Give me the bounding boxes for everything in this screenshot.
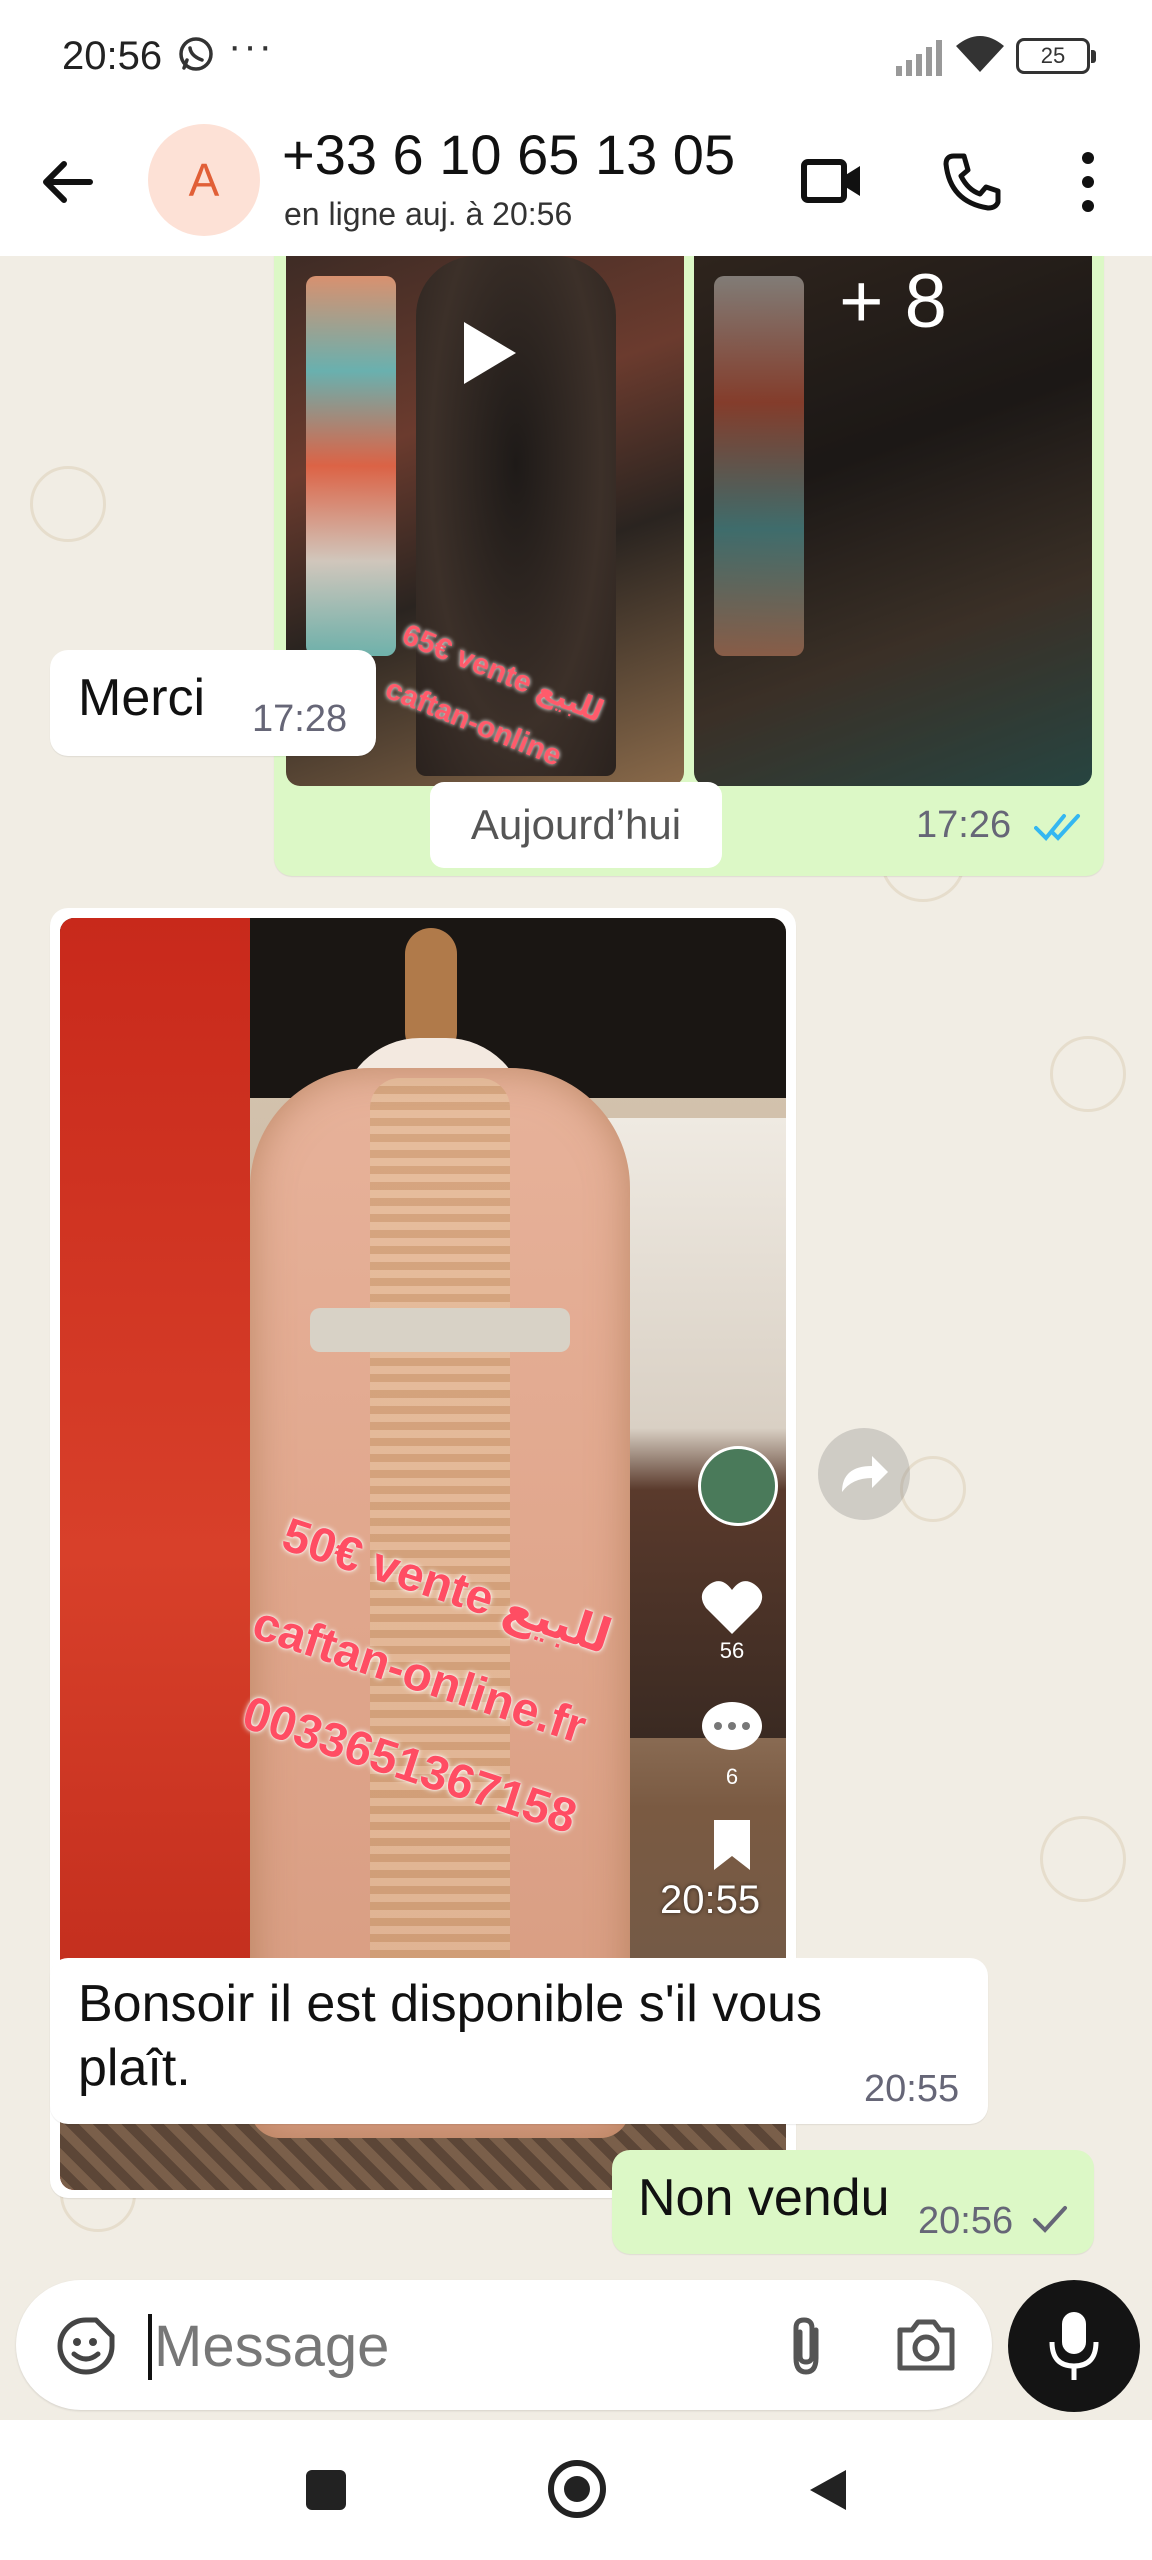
- wallpaper-doodle: [1040, 1816, 1126, 1902]
- more-vert-icon[interactable]: [1068, 146, 1108, 218]
- text-caret: [148, 2314, 152, 2380]
- date-separator: Aujourd’hui: [430, 782, 722, 868]
- read-ticks-icon: [1034, 814, 1080, 841]
- home-button[interactable]: [548, 2460, 606, 2518]
- phone-icon[interactable]: [940, 150, 1002, 212]
- album-time: 17:26: [916, 804, 1012, 846]
- wifi-icon: [956, 36, 1004, 72]
- emoji-icon[interactable]: [54, 2314, 118, 2378]
- message-text: Merci: [78, 669, 206, 727]
- wallpaper-doodle: [1050, 1036, 1126, 1112]
- incoming-message[interactable]: Bonsoir il est disponible s'il vous plaî…: [50, 1958, 988, 2124]
- message-text: Non vendu: [638, 2169, 890, 2227]
- contact-avatar[interactable]: A: [148, 124, 260, 236]
- bookmark-icon: [714, 1820, 750, 1870]
- battery-icon: 25: [1016, 38, 1096, 74]
- signal-icon: [896, 40, 942, 76]
- attach-icon[interactable]: [780, 2314, 832, 2378]
- message-input-field[interactable]: [16, 2280, 992, 2410]
- status-bar: 20:56 ··· 25: [0, 0, 1152, 110]
- wallpaper-doodle: [30, 466, 106, 542]
- album-photo-more[interactable]: + 8: [694, 256, 1092, 786]
- video-profile-avatar: [698, 1446, 778, 1526]
- forward-button[interactable]: [818, 1428, 910, 1520]
- nav-back-icon[interactable]: [806, 2466, 850, 2514]
- heart-icon: [701, 1581, 763, 1634]
- message-time: 20:55: [864, 2068, 960, 2110]
- system-nav-bar: [0, 2420, 1152, 2560]
- video-like-count: 56: [719, 1638, 745, 1663]
- message-time: 20:56: [918, 2200, 1014, 2242]
- contact-name[interactable]: +33 6 10 65 13 05: [282, 122, 735, 187]
- camera-icon[interactable]: [894, 2316, 958, 2374]
- back-arrow-icon[interactable]: [36, 150, 100, 214]
- battery-level: 25: [1040, 43, 1066, 68]
- message-input[interactable]: [154, 2306, 754, 2386]
- video-time: 20:55: [660, 1878, 761, 1922]
- video-comment-count: 6: [725, 1764, 739, 1789]
- message-text: Bonsoir il est disponible s'il vous plaî…: [78, 1975, 823, 2097]
- message-time: 17:28: [252, 698, 348, 740]
- recents-button[interactable]: [306, 2470, 346, 2510]
- message-composer: [0, 2280, 1152, 2420]
- sent-tick-icon: [1033, 2206, 1067, 2233]
- forward-icon: [842, 1456, 888, 1492]
- status-time: 20:56: [62, 34, 163, 78]
- photo-fabric-stack: [306, 276, 396, 656]
- photo-belt: [310, 1308, 570, 1352]
- whatsapp-icon: [179, 37, 213, 71]
- wallpaper-doodle: [900, 1456, 966, 1522]
- contact-status: en ligne auj. à 20:56: [284, 196, 573, 232]
- video-call-icon[interactable]: [800, 152, 864, 210]
- status-overflow-dots: ···: [228, 24, 274, 68]
- incoming-message[interactable]: Merci 17:28: [50, 650, 376, 756]
- play-icon[interactable]: [440, 308, 530, 398]
- chat-area[interactable]: 65€ vente للبيع caftan-online + 8 17:26 …: [0, 256, 1152, 2280]
- album-more-count: + 8: [839, 259, 947, 344]
- comment-icon: [702, 1702, 762, 1750]
- mic-icon: [1049, 2312, 1099, 2380]
- outgoing-message[interactable]: Non vendu 20:56: [612, 2150, 1094, 2254]
- mic-button[interactable]: [1008, 2280, 1140, 2412]
- chat-header: A +33 6 10 65 13 05 en ligne auj. à 20:5…: [0, 110, 1152, 256]
